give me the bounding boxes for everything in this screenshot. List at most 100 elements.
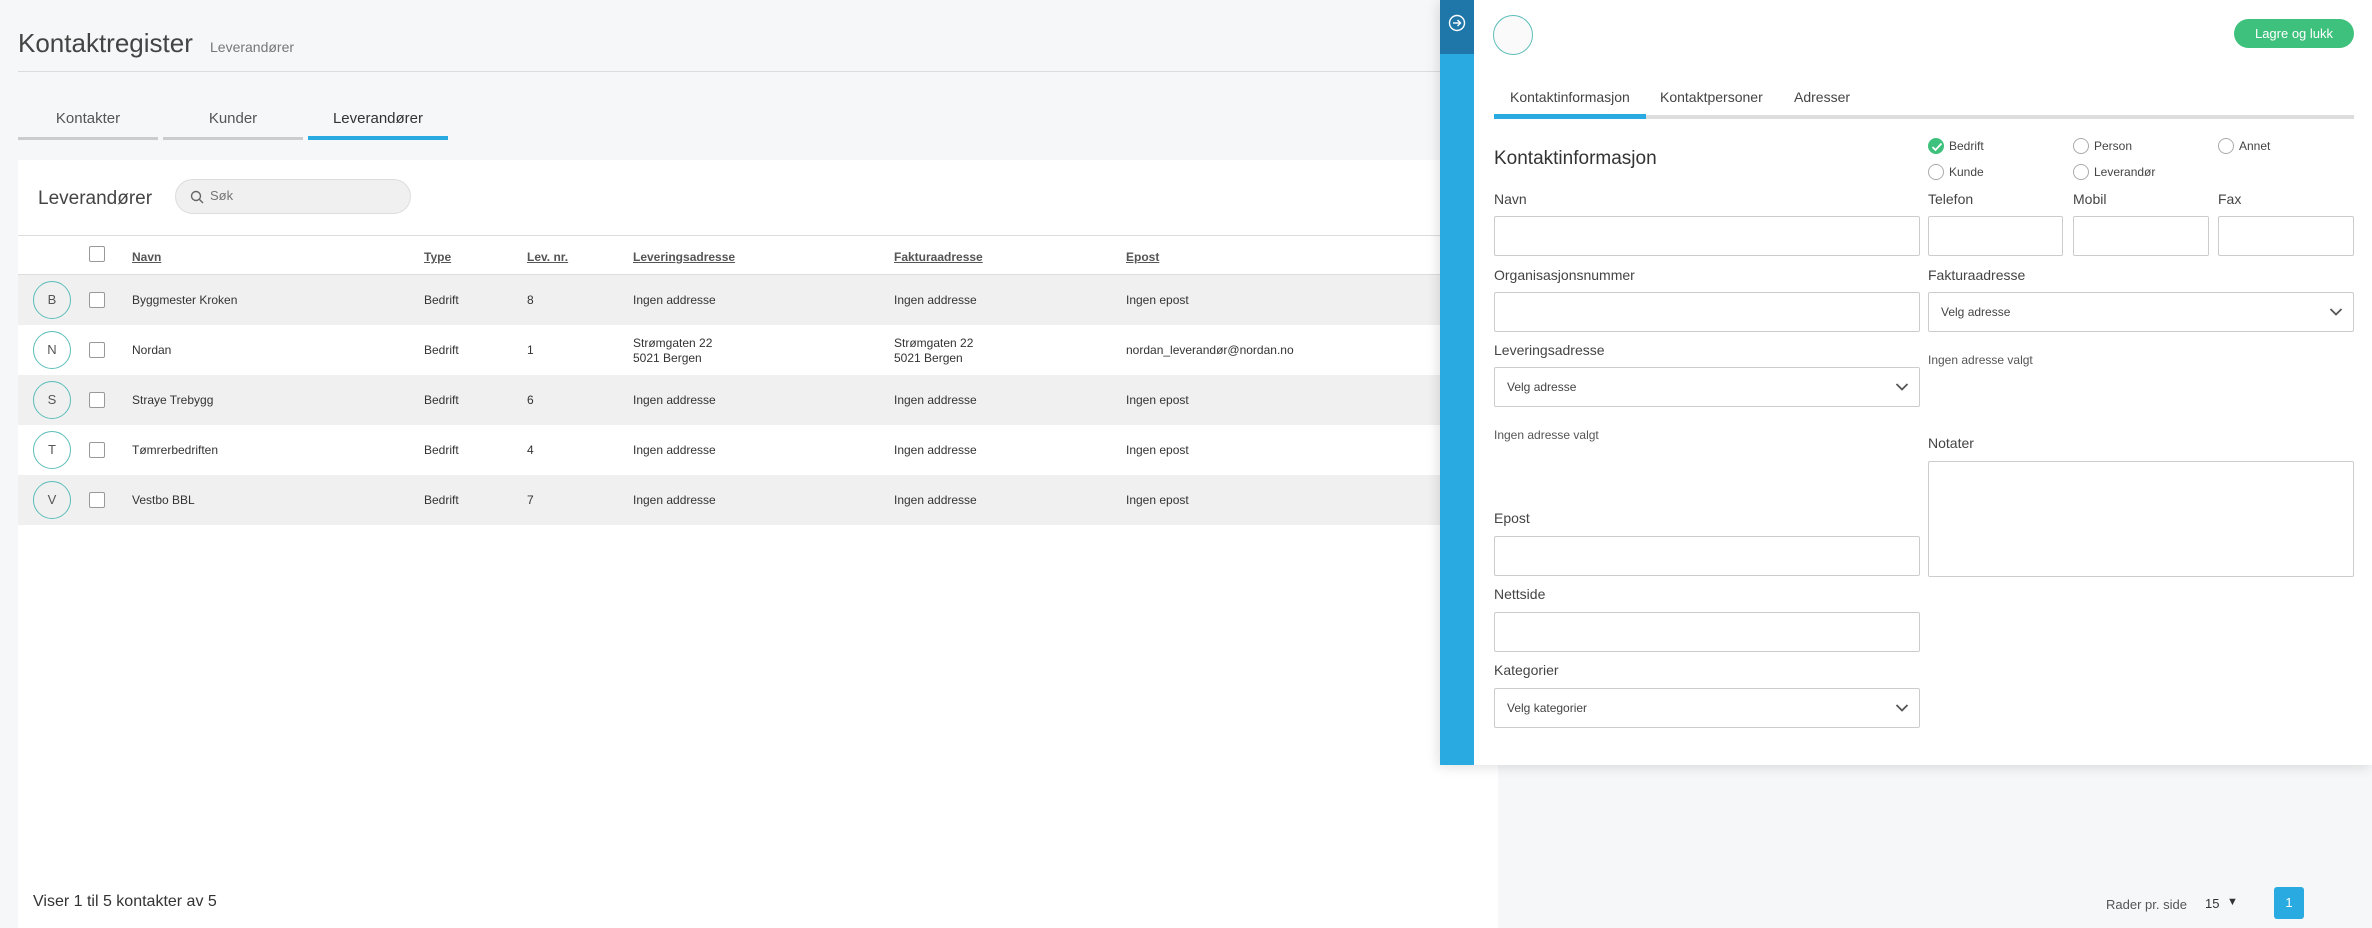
fakturaadresse-label: Fakturaadresse xyxy=(1928,267,2026,283)
avatar: B xyxy=(33,281,71,319)
tab-kunder[interactable]: Kunder xyxy=(163,108,303,140)
cell-name: Byggmester Kroken xyxy=(132,293,238,307)
page-title: Kontaktregister xyxy=(18,28,193,58)
radio-label: Person xyxy=(2094,139,2133,153)
fakturaadresse-select[interactable]: Velg adresse xyxy=(1928,292,2354,332)
contact-avatar[interactable] xyxy=(1493,15,1533,55)
kategorier-select[interactable]: Velg kategorier xyxy=(1494,688,1920,728)
radio-label: Bedrift xyxy=(1949,139,1984,153)
address-line: Strømgaten 22 xyxy=(894,336,974,350)
caret-down-icon[interactable]: ▼ xyxy=(2227,896,2238,908)
rows-per-page-select[interactable]: 15 xyxy=(2205,896,2219,911)
epost-field[interactable] xyxy=(1494,536,1920,576)
cell-type: Bedrift xyxy=(424,343,459,357)
navn-field[interactable] xyxy=(1494,216,1920,256)
cell-name: Tømrerbedriften xyxy=(132,443,219,457)
cell-fakturaadresse: Ingen addresse xyxy=(894,393,977,407)
fax-field[interactable] xyxy=(2218,216,2354,256)
column-header-epost[interactable]: Epost xyxy=(1126,250,1159,264)
contact-edit-panel: Lagre og lukk Kontaktinformasjon Kontakt… xyxy=(1440,0,2372,765)
chevron-down-icon xyxy=(2329,308,2343,316)
row-checkbox[interactable] xyxy=(89,442,105,458)
fakturaadresse-empty-note: Ingen adresse valgt xyxy=(1928,353,2033,367)
radio-label: Annet xyxy=(2239,139,2271,153)
fax-input[interactable] xyxy=(2219,217,2353,255)
select-all-checkbox[interactable] xyxy=(89,246,105,262)
fax-label: Fax xyxy=(2218,191,2242,207)
telefon-input[interactable] xyxy=(1929,217,2062,255)
avatar: T xyxy=(33,431,71,469)
row-checkbox[interactable] xyxy=(89,492,105,508)
cell-lev-nr: 4 xyxy=(527,443,534,457)
tab-adresser[interactable]: Adresser xyxy=(1794,89,1850,105)
nettside-field[interactable] xyxy=(1494,612,1920,652)
organisasjonsnummer-field[interactable] xyxy=(1494,292,1920,332)
table-row[interactable]: N Nordan Bedrift 1 Strømgaten 22 5021 Ber… xyxy=(18,325,1498,375)
table-header: Navn Type Lev. nr. Leveringsadresse Fakt… xyxy=(18,235,1498,275)
collapse-panel-button[interactable] xyxy=(1440,0,1474,54)
cell-name: Vestbo BBL xyxy=(132,493,195,507)
cell-epost: Ingen epost xyxy=(1126,393,1189,407)
panel-side-strip xyxy=(1440,0,1474,765)
cell-type: Bedrift xyxy=(424,443,459,457)
cell-leveringsadresse: Ingen addresse xyxy=(633,293,716,307)
row-checkbox[interactable] xyxy=(89,292,105,308)
search-icon xyxy=(190,190,204,204)
notater-textarea[interactable] xyxy=(1928,461,2354,577)
leveringsadresse-label: Leveringsadresse xyxy=(1494,342,1605,358)
navn-input[interactable] xyxy=(1495,217,1919,255)
kategorier-label: Kategorier xyxy=(1494,662,1559,678)
pagination-summary: Viser 1 til 5 kontakter av 5 xyxy=(33,893,217,910)
arrow-right-circle-icon xyxy=(1448,14,1466,32)
radio-indicator xyxy=(1928,164,1944,180)
tab-kontaktinformasjon[interactable]: Kontaktinformasjon xyxy=(1510,89,1630,105)
search-input[interactable] xyxy=(210,188,400,203)
column-header-leveringsadresse[interactable]: Leveringsadresse xyxy=(633,250,735,264)
list-card: Leverandører Navn Type Lev. nr. Levering… xyxy=(18,160,1498,928)
save-and-close-button[interactable]: Lagre og lukk xyxy=(2234,19,2354,48)
cell-fakturaadresse: Strømgaten 22 5021 Bergen xyxy=(894,336,973,366)
cell-type: Bedrift xyxy=(424,393,459,407)
column-header-lev-nr[interactable]: Lev. nr. xyxy=(527,250,568,264)
list-title: Leverandører xyxy=(38,188,153,209)
page-button[interactable]: 1 xyxy=(2274,887,2304,919)
mobil-input[interactable] xyxy=(2074,217,2208,255)
epost-label: Epost xyxy=(1494,510,1530,526)
search-box[interactable] xyxy=(175,179,411,214)
address-line: 5021 Bergen xyxy=(633,351,702,365)
tab-kontakter[interactable]: Kontakter xyxy=(18,108,158,140)
column-header-type[interactable]: Type xyxy=(424,250,451,264)
check-icon xyxy=(1931,142,1943,152)
address-line: 5021 Bergen xyxy=(894,351,963,365)
page-header: Kontaktregister Leverandører xyxy=(18,0,1478,72)
table-row[interactable]: S Straye Trebygg Bedrift 6 Ingen address… xyxy=(18,375,1498,425)
cell-lev-nr: 7 xyxy=(527,493,534,507)
panel-tabs: Kontaktinformasjon Kontaktpersoner Adres… xyxy=(1494,87,2354,119)
mobil-field[interactable] xyxy=(2073,216,2209,256)
mobil-label: Mobil xyxy=(2073,191,2107,207)
tab-kontaktpersoner[interactable]: Kontaktpersoner xyxy=(1660,89,1763,105)
address-line: Strømgaten 22 xyxy=(633,336,713,350)
column-header-navn[interactable]: Navn xyxy=(132,250,161,264)
table-row[interactable]: T Tømrerbedriften Bedrift 4 Ingen addres… xyxy=(18,425,1498,475)
leveringsadresse-select[interactable]: Velg adresse xyxy=(1494,367,1920,407)
telefon-field[interactable] xyxy=(1928,216,2063,256)
select-value: Velg adresse xyxy=(1941,305,2011,319)
table-row[interactable]: V Vestbo BBL Bedrift 7 Ingen addresse In… xyxy=(18,475,1498,525)
organisasjonsnummer-input[interactable] xyxy=(1495,293,1919,331)
cell-epost: Ingen epost xyxy=(1126,493,1189,507)
page-subtitle: Leverandører xyxy=(210,39,295,55)
active-tab-indicator xyxy=(1494,114,1646,119)
nettside-input[interactable] xyxy=(1495,613,1919,651)
epost-input[interactable] xyxy=(1495,537,1919,575)
column-header-fakturaadresse[interactable]: Fakturaadresse xyxy=(894,250,983,264)
table-row[interactable]: B Byggmester Kroken Bedrift 8 Ingen addr… xyxy=(18,275,1498,325)
row-checkbox[interactable] xyxy=(89,392,105,408)
cell-lev-nr: 6 xyxy=(527,393,534,407)
cell-lev-nr: 1 xyxy=(527,343,534,357)
chevron-down-icon xyxy=(1895,704,1909,712)
cell-leveringsadresse: Ingen addresse xyxy=(633,493,716,507)
tab-leverandorer[interactable]: Leverandører xyxy=(308,108,448,140)
row-checkbox[interactable] xyxy=(89,342,105,358)
cell-fakturaadresse: Ingen addresse xyxy=(894,293,977,307)
